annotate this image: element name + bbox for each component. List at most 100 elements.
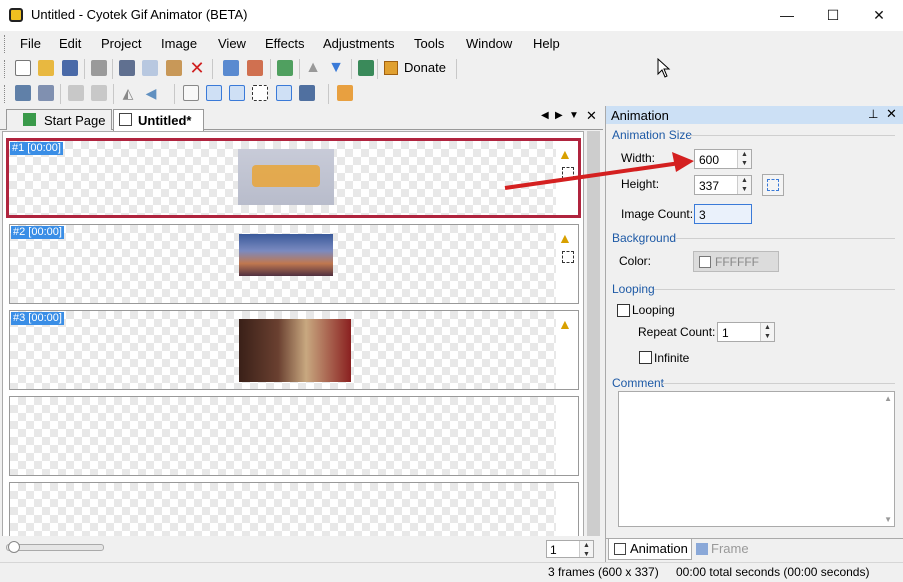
tab-untitled-label: Untitled* [138,113,192,128]
menu-edit[interactable]: Edit [59,36,81,51]
settings-icon[interactable] [299,85,315,101]
scroll-down-icon[interactable]: ▼ [884,515,892,524]
donate-label: Donate [404,60,446,75]
menu-window[interactable]: Window [466,36,512,51]
copy-frame-icon[interactable] [68,85,84,101]
view-selection-icon[interactable] [252,85,268,101]
tab-start-page[interactable]: Start Page [6,109,112,130]
infinite-checkbox[interactable] [639,351,652,364]
insert-frame-icon[interactable] [223,60,239,76]
looping-checkbox[interactable] [617,304,630,317]
tab-frame[interactable]: Frame [694,539,756,560]
view-fit-icon[interactable] [229,85,245,101]
comment-textarea[interactable]: ▲ ▼ [618,391,895,527]
play-animation-icon[interactable] [358,60,374,76]
donate-button[interactable]: Donate [380,59,452,79]
color-picker[interactable]: FFFFFF [693,251,779,272]
menu-effects[interactable]: Effects [265,36,305,51]
flip-vertical-icon[interactable]: ◀ [143,85,159,101]
pin-icon[interactable]: ⊥ [868,107,878,121]
menu-help[interactable]: Help [533,36,560,51]
paste-icon[interactable] [166,60,182,76]
export-icon[interactable] [38,85,54,101]
status-frames: 3 frames (600 x 337) [548,565,659,579]
toolbar-separator [351,59,352,79]
looping-checkbox-label: Looping [632,303,675,317]
repeat-count-spinner[interactable]: 1 ▲ ▼ [717,322,775,342]
toolbar-separator [174,84,175,104]
image-count-label: Image Count: [621,207,694,221]
menu-file[interactable]: File [20,36,41,51]
image-count-value: 3 [699,208,706,222]
warning-icon: ▲ [558,316,572,332]
import-icon[interactable] [15,85,31,101]
menu-grip [4,35,7,53]
document-tabs: Start Page Untitled* ◀ ▶ ▼ ✕ [0,106,603,131]
menu-image[interactable]: Image [161,36,197,51]
window-title: Untitled - Cyotek Gif Animator (BETA) [31,7,248,22]
start-page-icon [23,113,36,126]
new-file-icon[interactable] [15,60,31,76]
remove-frame-icon[interactable] [247,60,263,76]
tab-scroll-left-icon[interactable]: ◀ [541,110,549,121]
color-value: FFFFFF [715,255,759,269]
spinner-arrows-icon[interactable]: ▲ ▼ [760,323,774,341]
frame-number-spinner[interactable]: 1 ▲ ▼ [546,540,594,558]
repeat-count-value: 1 [722,326,729,340]
open-folder-icon[interactable] [38,60,54,76]
resize-icon[interactable] [337,85,353,101]
spinner-arrows-icon[interactable]: ▲ ▼ [737,150,751,168]
spinner-arrows-icon[interactable]: ▲ ▼ [737,176,751,194]
frame-item-empty[interactable] [9,396,579,476]
frame-item[interactable]: #2 [00:00] ▲ [9,224,579,304]
frame-side-panel: ▲ [556,141,578,215]
section-divider [675,238,895,239]
save-icon[interactable] [62,60,78,76]
view-normal-icon[interactable] [183,85,199,101]
spinner-arrows-icon[interactable]: ▲ ▼ [579,541,593,558]
add-frame-icon[interactable] [277,60,293,76]
tab-list-icon[interactable]: ▼ [569,110,579,121]
flip-horizontal-icon[interactable]: ◭ [120,85,136,101]
menu-view[interactable]: View [218,36,246,51]
secondary-toolbar: ◭ ◀ [0,81,903,107]
tab-close-icon[interactable]: ✕ [586,108,597,124]
tab-untitled[interactable]: Untitled* [113,109,204,131]
print-icon[interactable] [91,60,107,76]
frame-item-empty[interactable] [9,482,579,542]
move-down-icon[interactable]: ▼ [328,60,344,76]
frame-list[interactable]: #1 [00:00] ▲ #2 [00:00] ▲ #3 [00:00] ▲ [2,131,584,542]
tab-animation[interactable]: Animation [608,539,692,560]
menu-tools[interactable]: Tools [414,36,444,51]
height-spinner[interactable]: 337 ▲ ▼ [694,175,752,195]
view-frame-icon[interactable] [276,85,292,101]
delete-icon[interactable]: ✕ [189,59,205,77]
scroll-up-icon[interactable]: ▲ [884,394,892,403]
maximize-button[interactable]: ☐ [810,0,856,31]
resize-anchor-button[interactable] [762,174,784,196]
minimize-button[interactable]: — [764,0,810,31]
tab-scroll-right-icon[interactable]: ▶ [555,110,563,121]
close-button[interactable]: ✕ [856,0,902,31]
animation-tab-icon [614,543,626,555]
duplicate-frame-icon[interactable] [91,85,107,101]
image-count-field[interactable]: 3 [694,204,752,224]
menu-project[interactable]: Project [101,36,141,51]
panel-close-icon[interactable]: ✕ [886,106,897,122]
zoom-slider-knob[interactable] [8,541,20,553]
frame-number-value: 1 [550,543,557,557]
scrollbar-thumb[interactable] [587,131,600,536]
frame-thumbnail [239,319,351,382]
cut-icon[interactable] [119,60,135,76]
frame-item[interactable]: #3 [00:00] ▲ [9,310,579,390]
width-spinner[interactable]: 600 ▲ ▼ [694,149,752,169]
copy-icon[interactable] [142,60,158,76]
frame-item[interactable]: #1 [00:00] ▲ [6,138,581,218]
move-up-icon[interactable]: ▲ [305,60,321,76]
repeat-count-label: Repeat Count: [638,325,716,339]
view-transparent-icon[interactable] [206,85,222,101]
section-divider [654,289,895,290]
zoom-slider[interactable] [6,544,104,551]
section-background: Background [612,231,677,245]
menu-adjustments[interactable]: Adjustments [323,36,395,51]
